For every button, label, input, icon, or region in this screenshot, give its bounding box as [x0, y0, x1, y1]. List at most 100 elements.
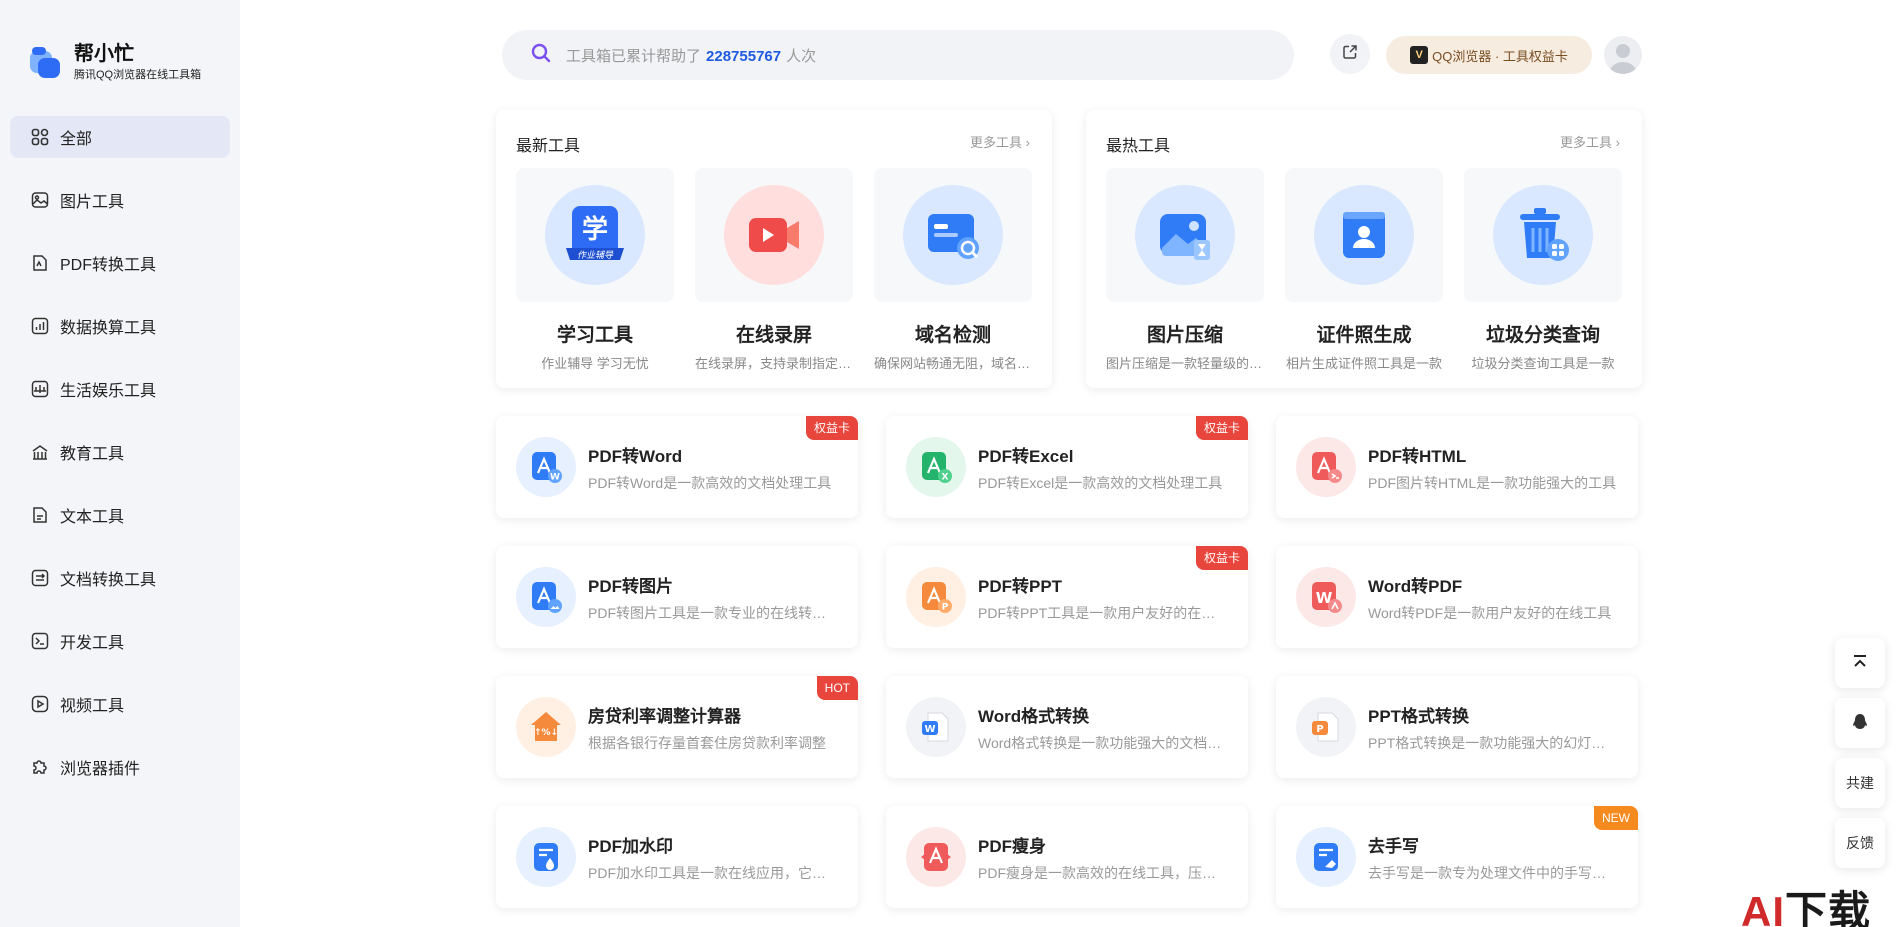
- svg-text:作业辅导: 作业辅导: [577, 250, 614, 261]
- puzzle-icon: [30, 757, 50, 777]
- brand[interactable]: 帮小忙 腾讯QQ浏览器在线工具箱: [28, 42, 201, 82]
- panel-title: 最热工具: [1106, 138, 1171, 155]
- featured-tile: 学 作业辅导: [516, 168, 674, 302]
- more-tools-link[interactable]: 更多工具 ›: [1560, 132, 1620, 151]
- tool-title: PDF转HTML: [1368, 447, 1467, 466]
- tool-title: PDF转Excel: [978, 447, 1074, 466]
- qq-benefit-card-button[interactable]: V QQ浏览器 · 工具权益卡: [1386, 36, 1592, 74]
- tool-desc: Word格式转换是一款功能强大的文档工具: [978, 735, 1228, 751]
- featured-tool-desc: 作业辅导 学习无忧: [541, 356, 649, 371]
- school-icon: [30, 442, 50, 462]
- tool-card-pdf-to-image[interactable]: PDF转图片 PDF转图片工具是一款专业的在线转换工具: [496, 546, 858, 648]
- sidebar-item-label: PDF转换工具: [60, 257, 157, 274]
- sidebar-item-text-tools[interactable]: 文本工具: [10, 494, 230, 536]
- ppt-doc-icon: P: [1296, 697, 1356, 757]
- site-watermark-logo: AI下载: [1741, 888, 1872, 927]
- sidebar-item-video-tools[interactable]: 视频工具: [10, 683, 230, 725]
- featured-tool-garbage-sort[interactable]: 垃圾分类查询 垃圾分类查询工具是一款: [1464, 168, 1622, 372]
- sidebar-item-label: 教育工具: [60, 446, 125, 463]
- search-bar[interactable]: 工具箱已累计帮助了 228755767 人次: [502, 30, 1294, 80]
- sidebar-item-browser-plugins[interactable]: 浏览器插件: [10, 746, 230, 788]
- domain-check-icon: [903, 185, 1003, 285]
- tool-title: PDF转PPT: [978, 577, 1063, 596]
- sidebar-item-education-tools[interactable]: 教育工具: [10, 431, 230, 473]
- featured-tool-name: 垃圾分类查询: [1485, 325, 1600, 346]
- featured-tile: [1285, 168, 1443, 302]
- featured-tool-domain-check[interactable]: 域名检测 确保网站畅通无阻，域名检测: [874, 168, 1032, 372]
- tool-desc: PDF图片转HTML是一款功能强大的工具: [1368, 475, 1617, 491]
- tool-card-pdf-to-excel[interactable]: X PDF转Excel PDF转Excel是一款高效的文档处理工具 权益卡: [886, 416, 1248, 518]
- featured-tool-name: 学习工具: [556, 325, 633, 346]
- featured-tool-screen-record[interactable]: 在线录屏 在线录屏，支持录制指定区域: [695, 168, 853, 372]
- sidebar-item-label: 生活娱乐工具: [60, 383, 157, 400]
- chart-icon: [30, 316, 50, 336]
- tool-card-remove-handwriting[interactable]: 去手写 去手写是一款专为处理文件中的手写痕迹 NEW: [1276, 806, 1638, 908]
- tool-card-word-format-convert[interactable]: W Word格式转换 Word格式转换是一款功能强大的文档工具: [886, 676, 1248, 778]
- sidebar-item-data-tools[interactable]: 数据换算工具: [10, 305, 230, 347]
- featured-tile: [1464, 168, 1622, 302]
- tool-desc: PDF瘦身是一款高效的在线工具，压缩文件: [978, 865, 1228, 881]
- svg-text:↑%↓: ↑%↓: [534, 728, 558, 738]
- study-icon: 学 作业辅导: [545, 185, 645, 285]
- doc-convert-icon: [30, 568, 50, 588]
- tool-title: Word转PDF: [1368, 577, 1463, 596]
- tool-card-pdf-to-word[interactable]: W PDF转Word PDF转Word是一款高效的文档处理工具 权益卡: [496, 416, 858, 518]
- tool-card-mortgage-calculator[interactable]: ↑%↓ 房贷利率调整计算器 根据各银行存量首套住房贷款利率调整 HOT: [496, 676, 858, 778]
- more-tools-link[interactable]: 更多工具 ›: [970, 132, 1030, 151]
- new-badge: NEW: [1594, 806, 1638, 830]
- svg-text:X: X: [942, 473, 949, 483]
- sidebar-item-label: 视频工具: [60, 698, 125, 715]
- featured-tool-id-photo[interactable]: 证件照生成 相片生成证件照工具是一款: [1285, 168, 1443, 372]
- qq-contact-button[interactable]: [1835, 698, 1885, 748]
- tool-card-word-to-pdf[interactable]: W Word转PDF Word转PDF是一款用户友好的在线工具: [1276, 546, 1638, 648]
- feedback-button[interactable]: 反馈: [1835, 818, 1885, 868]
- pdf-to-ppt-icon: P: [906, 567, 966, 627]
- grid-icon: [30, 127, 50, 147]
- back-to-top-button[interactable]: [1835, 638, 1885, 688]
- sidebar-item-doc-convert-tools[interactable]: 文档转换工具: [10, 557, 230, 599]
- tool-desc: PPT格式转换是一款功能强大的幻灯片工具: [1368, 735, 1618, 751]
- tool-desc: PDF转PPT工具是一款用户友好的在线工具: [978, 605, 1228, 621]
- featured-tool-image-compress[interactable]: 图片压缩 图片压缩是一款轻量级的工具: [1106, 168, 1264, 372]
- pdf-to-html-icon: [1296, 437, 1356, 497]
- sidebar-item-all[interactable]: 全部: [10, 116, 230, 158]
- sidebar-item-label: 文本工具: [60, 509, 125, 526]
- house-rate-icon: ↑%↓: [516, 697, 576, 757]
- qq-vip-icon: V: [1410, 46, 1429, 64]
- tool-desc: PDF转Excel是一款高效的文档处理工具: [978, 475, 1223, 491]
- tool-title: 房贷利率调整计算器: [588, 707, 741, 726]
- tool-card-pdf-watermark[interactable]: PDF加水印 PDF加水印工具是一款在线应用，它可以: [496, 806, 858, 908]
- text-doc-icon: [30, 505, 50, 525]
- sidebar-item-label: 浏览器插件: [60, 761, 141, 778]
- sidebar-item-life-tools[interactable]: 生活娱乐工具: [10, 368, 230, 410]
- user-avatar[interactable]: [1604, 36, 1642, 74]
- svg-text:W: W: [924, 724, 935, 735]
- sidebar-item-dev-tools[interactable]: 开发工具: [10, 620, 230, 662]
- image-icon: [30, 190, 50, 210]
- usage-count: 228755767: [706, 47, 782, 65]
- qq-benefit-label: QQ浏览器 · 工具权益卡: [1432, 48, 1568, 64]
- terminal-icon: [30, 631, 50, 651]
- tool-card-ppt-format-convert[interactable]: P PPT格式转换 PPT格式转换是一款功能强大的幻灯片工具: [1276, 676, 1638, 778]
- sidebar-item-image-tools[interactable]: 图片工具: [10, 179, 230, 221]
- tool-card-pdf-to-ppt[interactable]: P PDF转PPT PDF转PPT工具是一款用户友好的在线工具 权益卡: [886, 546, 1248, 648]
- tool-card-pdf-slim[interactable]: PDF瘦身 PDF瘦身是一款高效的在线工具，压缩文件: [886, 806, 1248, 908]
- share-button[interactable]: [1330, 34, 1370, 74]
- tool-title: PDF转Word: [588, 447, 683, 466]
- sidebar: 帮小忙 腾讯QQ浏览器在线工具箱 全部 图片工具 PDF转换工具 数据换算工具 …: [0, 0, 240, 927]
- tool-desc: 根据各银行存量首套住房贷款利率调整: [588, 735, 826, 751]
- id-photo-icon: [1314, 185, 1414, 285]
- tool-card-pdf-to-html[interactable]: PDF转HTML PDF图片转HTML是一款功能强大的工具: [1276, 416, 1638, 518]
- panel-title: 最新工具: [516, 138, 581, 155]
- sidebar-item-label: 文档转换工具: [60, 572, 157, 589]
- cobuild-button[interactable]: 共建: [1835, 758, 1885, 808]
- sidebar-item-label: 开发工具: [60, 635, 125, 652]
- featured-tool-study[interactable]: 学 作业辅导 学习工具 作业辅导 学习无忧: [516, 168, 674, 372]
- featured-tool-desc: 垃圾分类查询工具是一款: [1471, 356, 1615, 371]
- featured-tool-desc: 相片生成证件照工具是一款: [1285, 356, 1442, 371]
- svg-text:P: P: [942, 603, 949, 613]
- sidebar-item-pdf-tools[interactable]: PDF转换工具: [10, 242, 230, 284]
- tool-title: PDF转图片: [588, 577, 673, 596]
- video-icon: [30, 694, 50, 714]
- featured-tool-desc: 在线录屏，支持录制指定区域: [695, 356, 853, 371]
